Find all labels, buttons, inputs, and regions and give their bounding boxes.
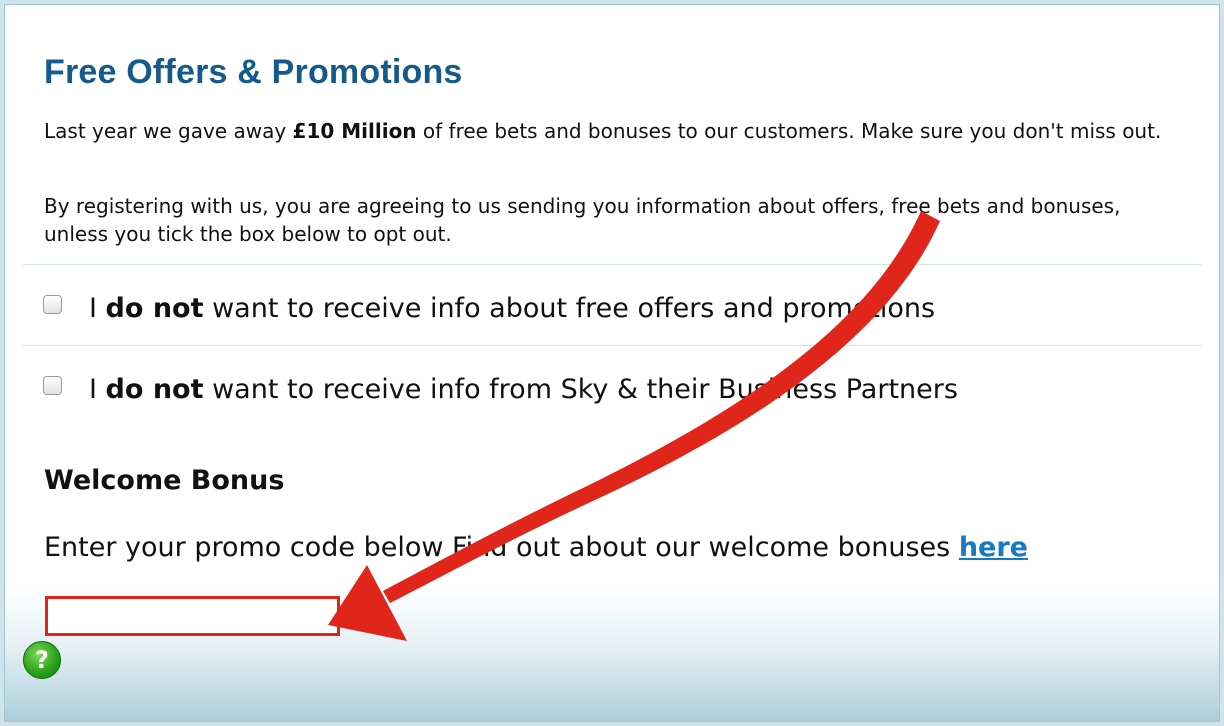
promo-code-input[interactable] xyxy=(45,596,340,636)
opt-out-partners-row[interactable]: I do not want to receive info from Sky &… xyxy=(43,369,958,409)
opt-out-partners-bold: do not xyxy=(105,373,204,405)
opt-out-offers-checkbox[interactable] xyxy=(43,294,62,314)
opt-out-offers-bold: do not xyxy=(105,292,204,324)
divider xyxy=(23,345,1201,346)
intro-prefix: Last year we gave away xyxy=(44,119,293,143)
welcome-bonus-link[interactable]: here xyxy=(959,532,1028,563)
promo-instructions: Enter your promo code below Find out abo… xyxy=(44,532,1028,563)
intro-suffix: of free bets and bonuses to our customer… xyxy=(416,119,1162,143)
opt-out-offers-prefix: I xyxy=(89,292,106,324)
opt-out-partners-label[interactable]: I do not want to receive info from Sky &… xyxy=(89,374,958,405)
intro-amount: £10 Million xyxy=(292,119,417,143)
opt-out-offers-label[interactable]: I do not want to receive info about free… xyxy=(89,293,935,324)
welcome-bonus-heading: Welcome Bonus xyxy=(44,465,285,496)
consent-text: By registering with us, you are agreeing… xyxy=(44,194,1121,246)
page-title: Free Offers & Promotions xyxy=(44,53,463,91)
opt-out-partners-prefix: I xyxy=(89,373,106,405)
opt-out-offers-row[interactable]: I do not want to receive info about free… xyxy=(43,288,935,328)
intro-text: Last year we gave away £10 Million of fr… xyxy=(44,117,1184,145)
help-icon[interactable]: ? xyxy=(23,641,61,679)
opt-out-partners-checkbox[interactable] xyxy=(43,375,62,395)
divider xyxy=(23,264,1201,265)
promo-instructions-text: Enter your promo code below Find out abo… xyxy=(44,532,959,563)
promotions-panel: Free Offers & Promotions Last year we ga… xyxy=(4,4,1220,722)
opt-out-offers-suffix: want to receive info about free offers a… xyxy=(203,292,936,324)
opt-out-partners-suffix: want to receive info from Sky & their Bu… xyxy=(203,373,958,405)
